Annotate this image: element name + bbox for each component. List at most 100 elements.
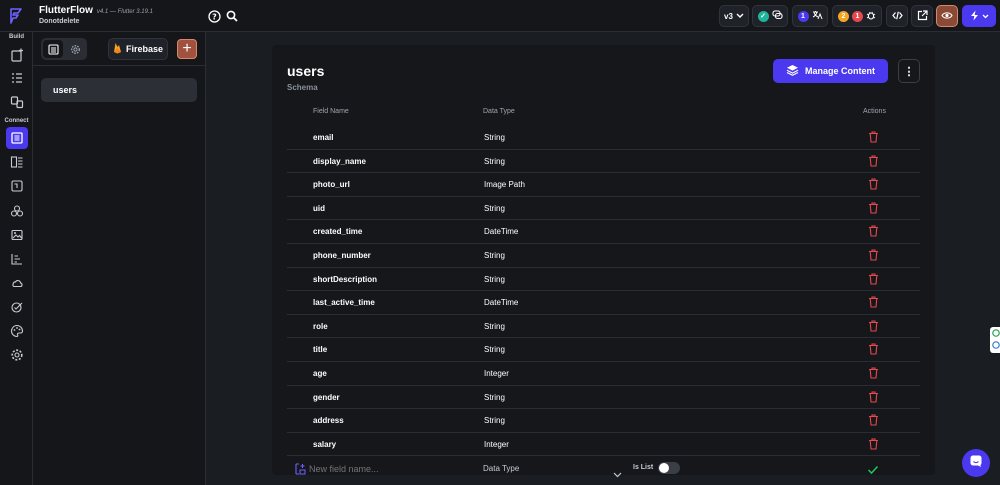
settings-gear-icon[interactable]: [8, 346, 26, 364]
field-row[interactable]: created_time DateTime: [287, 220, 920, 244]
field-type: String: [484, 321, 505, 331]
version-select[interactable]: v3: [719, 5, 749, 27]
chevron-down-icon: [613, 465, 622, 483]
field-name: last_active_time: [313, 298, 375, 308]
field-row[interactable]: phone_number String: [287, 244, 920, 268]
layers-icon: [786, 64, 799, 78]
field-row[interactable]: title String: [287, 338, 920, 362]
trash-icon[interactable]: [866, 390, 880, 404]
translate-group[interactable]: 1: [792, 5, 828, 27]
field-name: role: [313, 321, 328, 331]
chevron-down-icon: [982, 12, 989, 21]
field-name: photo_url: [313, 180, 350, 190]
trash-icon[interactable]: [866, 437, 880, 451]
manage-content-button[interactable]: Manage Content: [773, 59, 888, 83]
panel-header: Firebase +: [33, 32, 206, 66]
tests-icon[interactable]: [8, 298, 26, 316]
field-name: title: [313, 345, 328, 355]
code-button[interactable]: [886, 5, 908, 27]
field-name: gender: [313, 392, 340, 402]
is-list-toggle[interactable]: [658, 462, 680, 474]
trash-icon[interactable]: [866, 295, 880, 309]
header-actions: Actions: [863, 108, 886, 115]
trash-icon[interactable]: [866, 154, 880, 168]
add-page-icon[interactable]: [8, 46, 26, 64]
field-type: String: [484, 251, 505, 260]
field-type: String: [484, 392, 505, 402]
settings-gear-icon[interactable]: [65, 40, 85, 58]
field-row[interactable]: address String: [287, 409, 920, 433]
new-field-row: Data Type Is List: [287, 458, 920, 480]
help-icon[interactable]: ?: [207, 9, 221, 23]
firestore-icon[interactable]: [6, 127, 28, 149]
flutterflow-logo-icon[interactable]: [6, 6, 26, 26]
trash-icon[interactable]: [866, 342, 880, 356]
status-group[interactable]: ✓: [752, 5, 788, 27]
new-field-type-select[interactable]: Data Type: [483, 460, 626, 478]
preview-button[interactable]: [936, 5, 958, 27]
field-row[interactable]: age Integer: [287, 362, 920, 386]
firebase-label: Firebase: [125, 44, 164, 54]
header-data-type: Data Type: [483, 108, 515, 115]
more-options-button[interactable]: ⋮: [898, 59, 920, 83]
field-row[interactable]: role String: [287, 315, 920, 339]
field-name: address: [313, 416, 344, 426]
widget-tree-icon[interactable]: [8, 69, 26, 87]
media-assets-icon[interactable]: [8, 226, 26, 244]
side-extension-widget[interactable]: [990, 327, 1000, 353]
field-name: phone_number: [313, 251, 371, 260]
add-collection-button[interactable]: +: [177, 39, 197, 59]
bug-icon: [866, 10, 876, 22]
schema-subtitle: Schema: [287, 83, 318, 92]
chat-support-button[interactable]: [962, 449, 990, 477]
app-state-icon[interactable]: [8, 177, 26, 195]
field-row[interactable]: email String: [287, 126, 920, 150]
run-button[interactable]: [962, 5, 996, 27]
confirm-check-icon[interactable]: [867, 462, 879, 480]
trash-icon[interactable]: [866, 224, 880, 238]
field-row[interactable]: last_active_time DateTime: [287, 291, 920, 315]
header-field-name: Field Name: [313, 108, 349, 115]
field-row[interactable]: shortDescription String: [287, 268, 920, 292]
trash-icon[interactable]: [866, 130, 880, 144]
field-name: shortDescription: [313, 274, 378, 284]
field-row[interactable]: uid String: [287, 197, 920, 221]
firebase-button[interactable]: Firebase: [108, 38, 168, 60]
translate-icon: [812, 10, 823, 22]
comment-icon: [771, 10, 783, 22]
trash-icon[interactable]: [866, 319, 880, 333]
export-button[interactable]: [911, 5, 933, 27]
export-icon: [917, 9, 928, 23]
data-types-icon[interactable]: [8, 153, 26, 171]
project-name: Donotdelete: [39, 18, 80, 25]
trash-icon[interactable]: [866, 177, 880, 191]
list-view-icon[interactable]: [43, 40, 63, 58]
schema-card: users Schema Manage Content ⋮ Field Name…: [272, 45, 935, 478]
trash-icon[interactable]: [866, 248, 880, 262]
custom-code-icon[interactable]: [8, 202, 26, 220]
field-row[interactable]: photo_url Image Path: [287, 173, 920, 197]
collection-item-users[interactable]: users: [41, 78, 197, 102]
field-type: String: [484, 345, 505, 355]
field-row[interactable]: salary Integer: [287, 433, 920, 457]
field-row[interactable]: display_name String: [287, 150, 920, 174]
trash-icon[interactable]: [866, 413, 880, 427]
field-type: String: [484, 274, 505, 284]
field-name: display_name: [313, 156, 366, 166]
issues-group[interactable]: 2 1: [832, 5, 882, 27]
theme-icon[interactable]: [8, 322, 26, 340]
new-field-name-input[interactable]: [309, 460, 459, 478]
badge-count-blue: 1: [797, 10, 809, 22]
components-icon[interactable]: [8, 93, 26, 111]
field-row[interactable]: gender String: [287, 386, 920, 410]
app-name-text: FlutterFlow: [39, 5, 93, 16]
cloud-functions-icon[interactable]: [8, 274, 26, 292]
trash-icon[interactable]: [866, 201, 880, 215]
collection-title: users: [287, 63, 325, 79]
trash-icon[interactable]: [866, 272, 880, 286]
field-name: uid: [313, 203, 325, 213]
search-icon[interactable]: [225, 9, 239, 23]
field-name: salary: [313, 439, 337, 449]
api-calls-icon[interactable]: [8, 250, 26, 268]
trash-icon[interactable]: [866, 366, 880, 380]
